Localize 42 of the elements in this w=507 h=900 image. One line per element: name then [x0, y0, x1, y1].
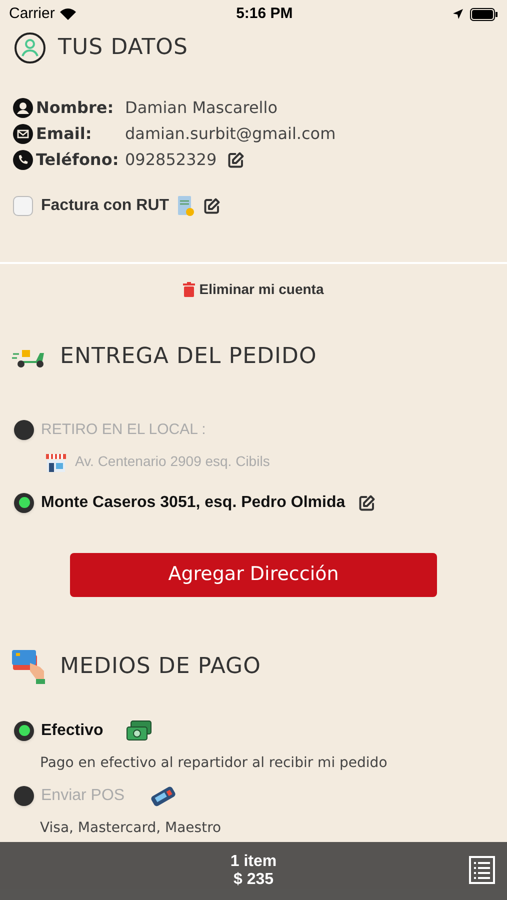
user-icon: [14, 32, 46, 64]
add-address-button[interactable]: Agregar Dirección: [70, 552, 437, 596]
mail-icon: [13, 124, 33, 144]
phone-icon: [13, 150, 33, 170]
banknotes-icon: [126, 720, 152, 742]
status-time: 5:16 PM: [236, 4, 293, 24]
radio-button[interactable]: [14, 420, 34, 440]
cart-total: $ 235: [233, 871, 274, 889]
edit-icon[interactable]: [358, 494, 376, 512]
trash-icon: [183, 282, 196, 297]
section-title: MEDIOS DE PAGO: [60, 653, 262, 681]
wifi-icon: [58, 8, 77, 20]
battery-icon: [470, 8, 498, 20]
payment-option-label[interactable]: Efectivo: [41, 718, 104, 742]
field-label: Teléfono:: [36, 149, 120, 171]
person-icon: [13, 98, 33, 118]
payment-cards-icon: [12, 648, 48, 684]
radio-button[interactable]: [14, 720, 34, 740]
field-value: 092852329: [125, 149, 217, 171]
list-icon[interactable]: [469, 856, 495, 884]
receipt-icon: [177, 195, 196, 217]
section-title: ENTREGA DEL PEDIDO: [60, 343, 317, 371]
edit-icon[interactable]: [226, 151, 245, 169]
invoice-label: Factura con RUT: [41, 196, 170, 216]
field-value: damian.surbit@gmail.com: [125, 123, 336, 145]
section-title: TUS DATOS: [58, 34, 188, 62]
delivery-option-label[interactable]: Monte Caseros 3051, esq. Pedro Olmida: [41, 490, 346, 514]
radio-button[interactable]: [14, 492, 34, 512]
cart-bar[interactable]: 1 item $ 235: [0, 842, 507, 900]
payment-description: Visa, Mastercard, Maestro: [40, 818, 222, 838]
field-label: Email:: [36, 123, 93, 145]
edit-icon[interactable]: [203, 197, 222, 215]
checkbox[interactable]: [13, 196, 33, 216]
carrier-label: Carrier: [9, 4, 55, 24]
cart-count: 1 item: [230, 853, 277, 871]
delete-account-button[interactable]: Eliminar mi cuenta: [183, 279, 324, 300]
payment-description: Pago en efectivo al repartidor al recibir mi pedido: [40, 754, 388, 772]
location-arrow-icon: [452, 8, 464, 20]
radio-button[interactable]: [14, 786, 34, 806]
store-address: Av. Centenario 2909 esq. Cibils: [75, 452, 270, 471]
field-value: Damian Mascarello: [125, 97, 278, 119]
field-label: Nombre:: [36, 97, 115, 119]
